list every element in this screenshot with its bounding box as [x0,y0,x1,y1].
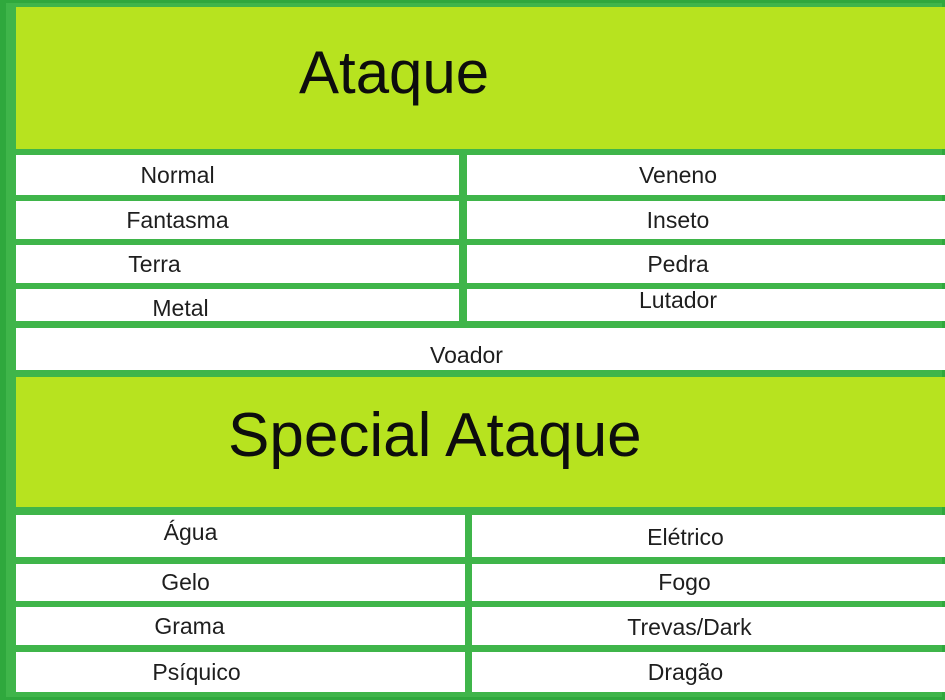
attack-right-cell: Pedra [467,245,945,283]
attack-type-label: Inseto [646,206,710,233]
special-type-label: Grama [154,612,225,639]
attack-right-cell: Inseto [467,201,945,239]
attack-title: Ataque [299,38,490,106]
attack-type-label: Veneno [638,161,718,188]
attack-left-cell: Terra [16,245,459,283]
special-type-label: Água [163,518,218,545]
special-left-cell: Psíquico [16,652,465,692]
special-left-cell: Grama [16,607,465,645]
attack-type-label: Voador [430,341,503,368]
special-type-label: Dragão [647,658,724,685]
attack-right-cell: Veneno [467,155,945,195]
special-right-cell: Trevas/Dark [472,607,945,645]
special-type-label: Psíquico [152,658,241,685]
special-right-cell: Elétrico [472,515,945,557]
special-type-label: Trevas/Dark [627,613,752,640]
attack-type-label: Metal [152,294,209,321]
attack-left-cell: Fantasma [16,201,459,239]
type-table: Ataque Normal Veneno Fantasma Inseto Ter… [0,0,945,700]
attack-type-label: Fantasma [126,206,229,233]
attack-type-label: Lutador [638,286,717,313]
attack-left-cell: Metal [16,289,459,321]
attack-full-row: Voador [16,328,945,370]
attack-left-cell: Normal [16,155,459,195]
attack-right-cell: Lutador [467,286,945,321]
special-right-cell: Dragão [472,652,945,692]
attack-type-label: Terra [128,250,181,277]
special-type-label: Gelo [161,569,210,595]
attack-type-label: Normal [140,161,215,188]
special-left-cell: Gelo [16,564,465,601]
special-left-cell: Água [16,515,465,557]
special-type-label: Fogo [658,569,711,595]
special-attack-header: Special Ataque [16,377,945,507]
special-right-cell: Fogo [472,564,945,601]
special-attack-title: Special Ataque [228,400,642,470]
attack-type-label: Pedra [647,250,709,277]
special-type-label: Elétrico [647,523,724,550]
attack-header: Ataque [16,7,945,149]
